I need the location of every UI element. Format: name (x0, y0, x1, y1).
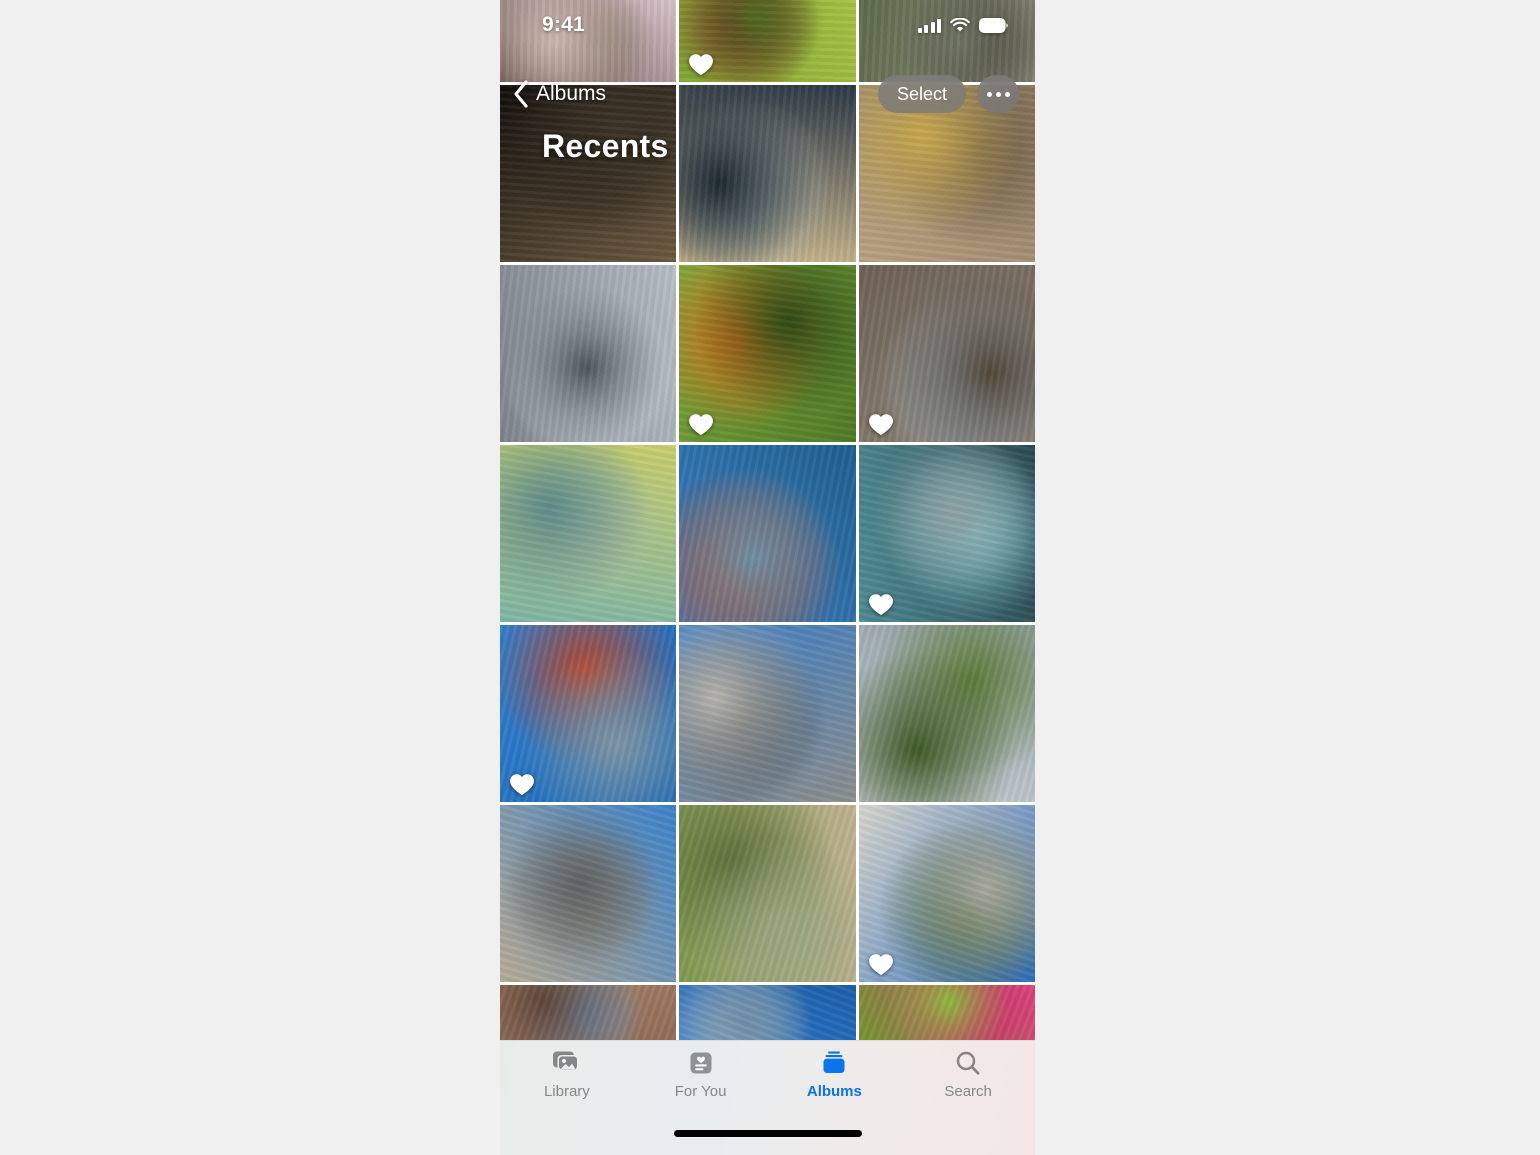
page-title: Recents (542, 128, 669, 164)
photo-green-field-with-fence[interactable] (858, 625, 1035, 802)
photo-snowy-mountain-clouds[interactable] (500, 265, 677, 442)
photo-city-street-with-columns[interactable] (679, 625, 856, 802)
iphone-screen: 9:41 Albums Select Recents Library For Y… (500, 0, 1035, 1155)
tab-search-label: Search (944, 1083, 992, 1100)
photo-monarch-butterfly-in-grass[interactable] (679, 265, 856, 442)
photo-golden-gate-bridge-from-shore[interactable] (679, 445, 856, 622)
albums-stack-icon (818, 1049, 850, 1079)
for-you-card-icon (686, 1049, 716, 1079)
tab-for-you-label: For You (674, 1083, 727, 1100)
screenshot-canvas: 9:41 Albums Select Recents Library For Y… (0, 0, 1540, 1155)
nav-bar-actions: Select (877, 75, 1019, 113)
back-button-label: Albums (536, 82, 607, 105)
photo-stingray-in-aquarium[interactable] (858, 445, 1035, 622)
select-button[interactable]: Select (877, 75, 966, 113)
tab-library[interactable]: Library (500, 1049, 634, 1113)
home-indicator-bar[interactable] (673, 1130, 862, 1137)
magnifier-icon (953, 1049, 983, 1079)
chevron-left-icon (512, 79, 530, 109)
tab-library-label: Library (543, 1083, 590, 1100)
photo-creek-dry-grass-canyon[interactable] (679, 805, 856, 982)
back-to-albums-button[interactable]: Albums (512, 79, 606, 109)
tab-search[interactable]: Search (901, 1049, 1035, 1113)
tab-for-you[interactable]: For You (634, 1049, 768, 1113)
photo-coral-reef-tropical-fish[interactable] (500, 445, 677, 622)
tab-list: Library For You Albums Search (500, 1041, 1035, 1113)
photo-vineyard-dirt-field[interactable] (858, 0, 1035, 82)
photo-golden-gate-bridge-closeup[interactable] (500, 625, 677, 802)
photo-la-city-hall-tower[interactable] (858, 805, 1035, 982)
photo-white-pink-flowers[interactable] (500, 0, 677, 82)
tab-bar: Library For You Albums Search (500, 1040, 1035, 1155)
ellipsis-icon[interactable] (977, 75, 1019, 113)
photo-wooden-water-wheel[interactable] (858, 265, 1035, 442)
tab-albums-label: Albums (806, 1083, 862, 1100)
tab-albums[interactable]: Albums (768, 1049, 902, 1113)
photo-stack-icon (550, 1049, 584, 1079)
navigation-bar: Albums Select (500, 72, 1035, 116)
photo-downtown-street-buildings[interactable] (500, 805, 677, 982)
photo-green-succulent-red-flowers[interactable] (679, 0, 856, 82)
